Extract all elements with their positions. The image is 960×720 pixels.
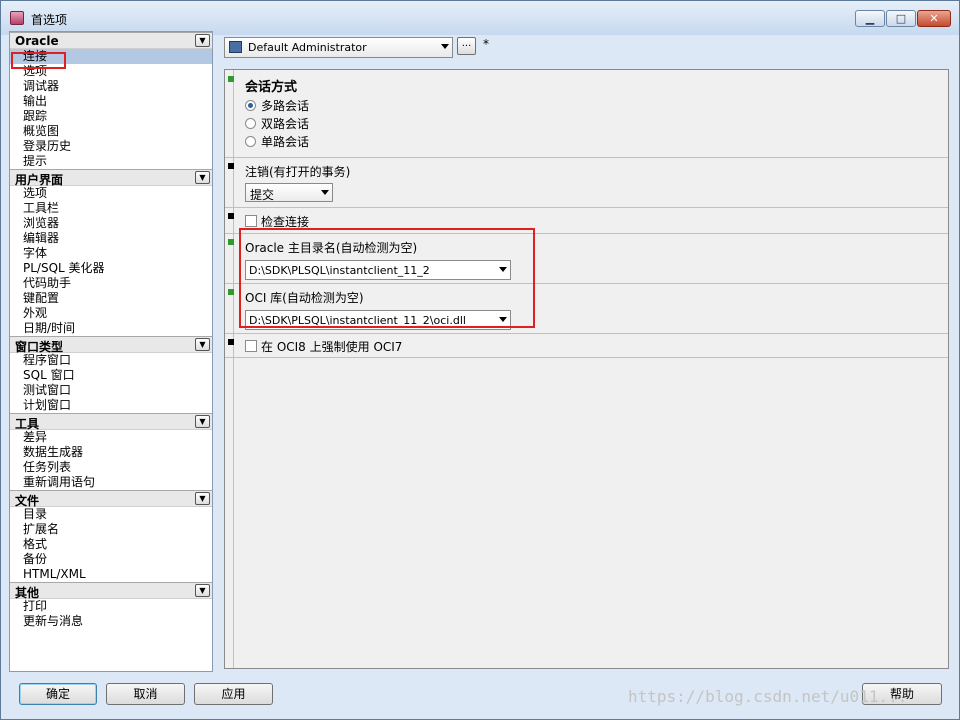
nav-group-title: 文件	[15, 494, 40, 508]
modified-indicator	[228, 239, 234, 245]
modified-indicator	[228, 289, 234, 295]
profile-dropdown[interactable]: Default Administrator	[224, 37, 453, 58]
nav-item[interactable]: HTML/XML	[10, 567, 212, 582]
nav-item[interactable]: SQL 窗口	[10, 368, 212, 383]
chevron-down-icon	[321, 190, 329, 195]
nav-item[interactable]: 浏览器	[10, 216, 212, 231]
session-mode-section: 会话方式 多路会话双路会话单路会话	[225, 70, 948, 158]
nav-group-title: 窗口类型	[15, 340, 64, 354]
session-option[interactable]: 双路会话	[245, 115, 309, 133]
nav-group-title: 用户界面	[15, 173, 64, 187]
nav-item[interactable]: 调试器	[10, 79, 212, 94]
nav-item[interactable]: 外观	[10, 306, 212, 321]
nav-item[interactable]: PL/SQL 美化器	[10, 261, 212, 276]
nav-item[interactable]: 日期/时间	[10, 321, 212, 336]
collapse-icon[interactable]: ▼	[195, 492, 210, 505]
settings-panel: 会话方式 多路会话 双路会话 单路会话 注销(有打开的事务) 提交 检查连接 O…	[224, 69, 949, 669]
apply-button[interactable]: 应用	[194, 683, 273, 705]
logoff-section: 注销(有打开的事务) 提交	[225, 158, 948, 208]
nav-item[interactable]: 键配置	[10, 291, 212, 306]
nav-item[interactable]: 备份	[10, 552, 212, 567]
profile-value: Default Administrator	[248, 41, 367, 54]
nav-group-header[interactable]: 窗口类型 ▼	[10, 336, 212, 354]
nav-item[interactable]: 程序窗口	[10, 353, 212, 368]
maximize-button[interactable]: □	[886, 10, 916, 27]
default-indicator	[228, 339, 234, 345]
collapse-icon[interactable]: ▼	[195, 584, 210, 597]
highlight-box	[11, 52, 66, 69]
session-option[interactable]: 多路会话	[245, 97, 309, 115]
nav-group-header[interactable]: 文件 ▼	[10, 490, 212, 508]
nav-item[interactable]: 格式	[10, 537, 212, 552]
nav-item[interactable]: 目录	[10, 507, 212, 522]
title-bar: 首选项 ▁ □ ✕	[1, 1, 959, 35]
collapse-icon[interactable]: ▼	[195, 415, 210, 428]
force-oci7-label: 在 OCI8 上强制使用 OCI7	[261, 340, 403, 354]
close-button[interactable]: ✕	[917, 10, 951, 27]
session-option-label: 单路会话	[261, 135, 310, 149]
radio-button[interactable]	[245, 136, 256, 147]
preferences-window: 首选项 ▁ □ ✕ Oracle ▼ 连接 选项 调试器 输出 跟踪 概览图 登录历史 提示 用户界…	[0, 0, 960, 720]
cancel-button[interactable]: 取消	[106, 683, 185, 705]
force-oci7-section: 在 OCI8 上强制使用 OCI7	[225, 334, 948, 358]
default-indicator	[228, 163, 234, 169]
client-area: Oracle ▼ 连接 选项 调试器 输出 跟踪 概览图 登录历史 提示 用户界面 ▼ 选项 工具栏 浏览器…	[9, 31, 951, 705]
nav-item[interactable]: 输出	[10, 94, 212, 109]
force-oci7-checkbox[interactable]	[245, 340, 257, 352]
session-option-label: 双路会话	[261, 117, 310, 131]
nav-item[interactable]: 打印	[10, 599, 212, 614]
session-option-label: 多路会话	[261, 99, 310, 113]
profile-more-button[interactable]: ...	[457, 37, 476, 55]
nav-group-title: Oracle	[15, 34, 59, 48]
watermark: https://blog.csdn.net/u011...	[628, 687, 908, 706]
nav-item[interactable]: 重新调用语句	[10, 475, 212, 490]
nav-item[interactable]: 概览图	[10, 124, 212, 139]
nav-group-header[interactable]: Oracle ▼	[10, 32, 212, 49]
nav-item[interactable]: 字体	[10, 246, 212, 261]
category-tree: Oracle ▼ 连接 选项 调试器 输出 跟踪 概览图 登录历史 提示 用户界面 ▼ 选项 工具栏 浏览器…	[9, 31, 213, 672]
nav-item[interactable]: 任务列表	[10, 460, 212, 475]
check-connection-checkbox[interactable]	[245, 215, 257, 227]
nav-group-header[interactable]: 其他 ▼	[10, 582, 212, 600]
nav-item[interactable]: 工具栏	[10, 201, 212, 216]
logoff-dropdown[interactable]: 提交	[245, 183, 333, 202]
app-icon	[10, 11, 24, 25]
logoff-label: 注销(有打开的事务)	[245, 165, 351, 179]
nav-group-header[interactable]: 用户界面 ▼	[10, 169, 212, 187]
ok-button[interactable]: 确定	[19, 683, 97, 705]
nav-item[interactable]: 数据生成器	[10, 445, 212, 460]
nav-item[interactable]: 选项	[10, 186, 212, 201]
modified-marker: *	[483, 37, 489, 51]
nav-item[interactable]: 计划窗口	[10, 398, 212, 413]
nav-item[interactable]: 编辑器	[10, 231, 212, 246]
logoff-value: 提交	[250, 188, 275, 202]
modified-indicator	[228, 76, 234, 82]
nav-item[interactable]: 测试窗口	[10, 383, 212, 398]
nav-group-title: 其他	[15, 586, 40, 600]
collapse-icon[interactable]: ▼	[195, 34, 210, 47]
collapse-icon[interactable]: ▼	[195, 171, 210, 184]
nav-item[interactable]: 扩展名	[10, 522, 212, 537]
nav-item[interactable]: 提示	[10, 154, 212, 169]
collapse-icon[interactable]: ▼	[195, 338, 210, 351]
user-profile-icon	[229, 41, 242, 53]
chevron-down-icon	[441, 44, 449, 49]
session-option[interactable]: 单路会话	[245, 133, 309, 151]
nav-group-header[interactable]: 工具 ▼	[10, 413, 212, 431]
session-mode-title: 会话方式	[245, 80, 298, 95]
nav-item[interactable]: 代码助手	[10, 276, 212, 291]
nav-item[interactable]: 更新与消息	[10, 614, 212, 629]
radio-button[interactable]	[245, 100, 256, 111]
minimize-button[interactable]: ▁	[855, 10, 885, 27]
nav-item[interactable]: 跟踪	[10, 109, 212, 124]
radio-button[interactable]	[245, 118, 256, 129]
nav-item[interactable]: 差异	[10, 430, 212, 445]
nav-item[interactable]: 登录历史	[10, 139, 212, 154]
default-indicator	[228, 213, 234, 219]
window-title: 首选项	[31, 13, 68, 27]
nav-group-title: 工具	[15, 417, 40, 431]
highlight-box	[239, 228, 535, 328]
